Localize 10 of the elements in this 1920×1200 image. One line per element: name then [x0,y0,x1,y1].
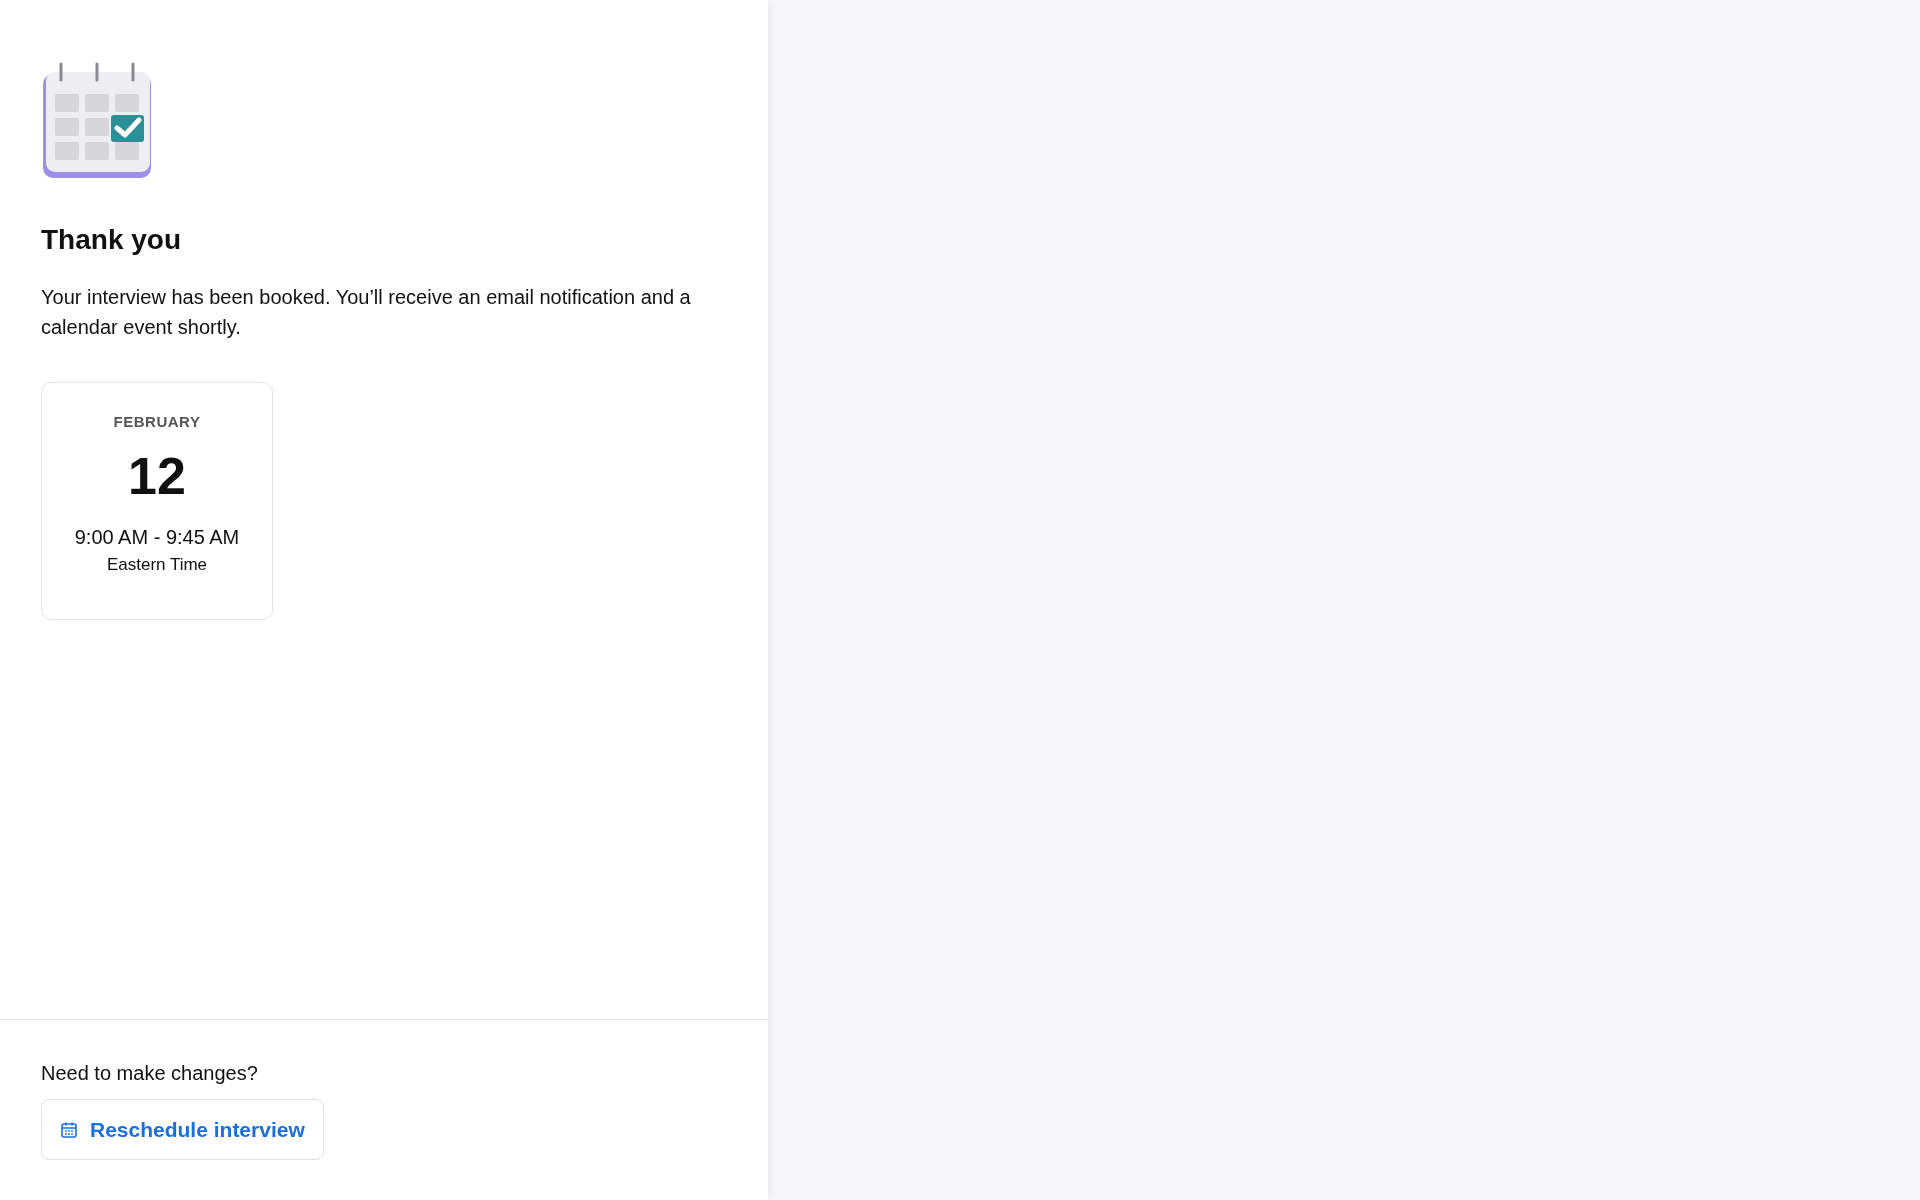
timezone-label: Eastern Time [106,555,208,575]
confirmation-message: Your interview has been booked. You’ll receive an email notification and a calendar event shortly. [41,285,692,340]
reschedule-button[interactable]: Reschedule interview [41,1099,324,1160]
calendar-icon [60,1120,78,1139]
day-number: 12 [128,446,186,506]
time-range: 9:00 AM - 9:45 AM [74,526,240,549]
calendar-check-icon [41,62,153,180]
changes-prompt: Need to make changes? [41,1062,259,1085]
page-title: Thank you [41,224,182,256]
month-label: FEBRUARY [113,413,201,430]
